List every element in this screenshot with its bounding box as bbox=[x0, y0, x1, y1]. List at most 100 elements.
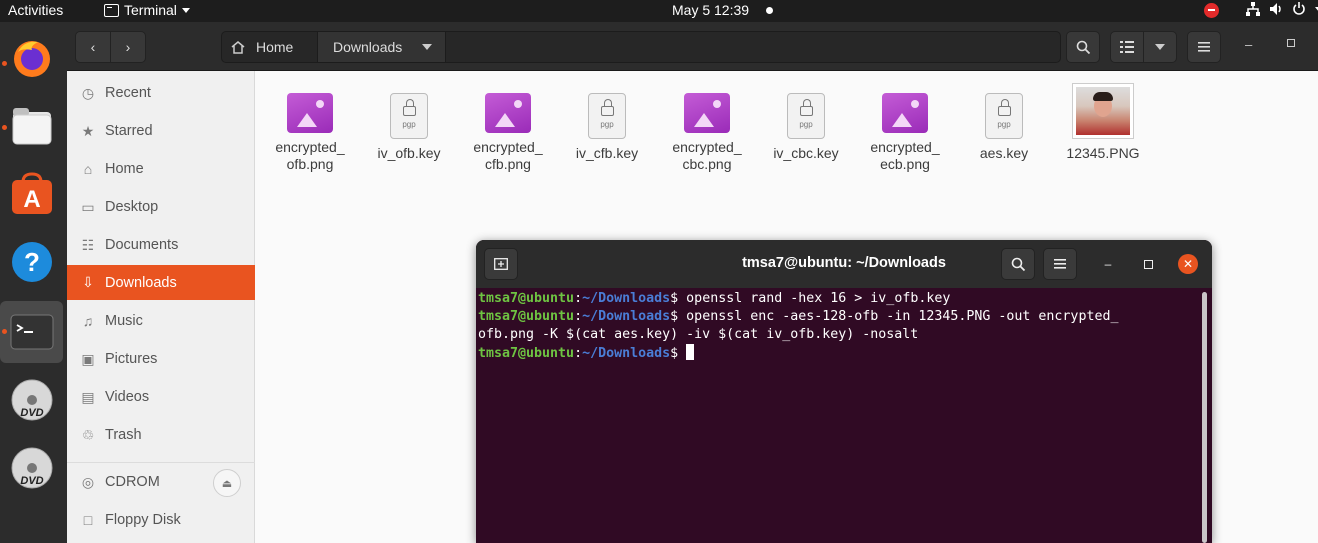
minimize-icon[interactable]: – bbox=[1245, 37, 1252, 52]
dock: A ? DVD DVD bbox=[0, 22, 67, 543]
terminal-icon[interactable] bbox=[8, 308, 56, 356]
file-name: cbc.png bbox=[682, 156, 732, 172]
sidebar-item-label: Music bbox=[105, 313, 143, 329]
path-bar: Home Downloads bbox=[221, 31, 1061, 63]
forward-button[interactable]: › bbox=[110, 31, 146, 63]
app-menu[interactable]: Terminal bbox=[104, 2, 190, 18]
files-icon[interactable] bbox=[8, 102, 56, 150]
key-file-icon: pgp bbox=[787, 93, 825, 139]
chevron-down-icon bbox=[1155, 44, 1165, 50]
sidebar-item-recent[interactable]: ◷ Recent bbox=[67, 76, 255, 110]
sidebar-item-home[interactable]: ⌂ Home bbox=[67, 152, 255, 186]
file-item[interactable]: encrypted_ cbc.png bbox=[657, 93, 757, 173]
terminal-line: ofb.png -K $(cat aes.key) -iv $(cat iv_o… bbox=[478, 327, 919, 342]
terminal-scrollbar[interactable] bbox=[1202, 292, 1207, 543]
file-item[interactable]: pgp iv_cbc.key bbox=[756, 93, 856, 162]
file-item[interactable]: encrypted_ cfb.png bbox=[458, 93, 558, 173]
file-name: 12345.PNG bbox=[1066, 145, 1140, 161]
software-icon[interactable]: A bbox=[8, 170, 56, 218]
close-button[interactable]: ✕ bbox=[1178, 254, 1198, 274]
prompt-sep: : bbox=[574, 309, 583, 324]
file-item[interactable]: 12345.PNG bbox=[1053, 83, 1153, 162]
sidebar-item-label: Recent bbox=[105, 85, 151, 101]
sidebar-item-music[interactable]: ♫ Music bbox=[67, 304, 255, 338]
terminal-window[interactable]: tmsa7@ubuntu: ~/Downloads – ✕ tmsa7@ubun… bbox=[476, 240, 1212, 543]
prompt-path: ~/Downloads bbox=[582, 346, 671, 361]
sidebar-item-cdrom[interactable]: ◎ CDROM ⏏ bbox=[67, 465, 255, 499]
sidebar-item-label: Desktop bbox=[105, 199, 159, 215]
sidebar-item-documents[interactable]: ☷ Documents bbox=[67, 228, 255, 262]
maximize-button[interactable] bbox=[1138, 254, 1158, 274]
prompt-dollar: $ bbox=[670, 346, 679, 361]
path-current-label: Downloads bbox=[333, 39, 403, 55]
disc-icon: ◎ bbox=[81, 473, 95, 490]
view-options-button[interactable] bbox=[1143, 31, 1177, 63]
terminal-search-button[interactable] bbox=[1001, 248, 1035, 280]
list-view-icon bbox=[1120, 41, 1134, 53]
file-name: iv_cfb.key bbox=[575, 145, 639, 161]
floppy-icon: □ bbox=[83, 512, 93, 528]
dvd-icon[interactable]: DVD bbox=[8, 376, 56, 424]
sidebar-item-floppy[interactable]: □ Floppy Disk bbox=[67, 503, 255, 537]
sidebar-item-desktop[interactable]: ▭ Desktop bbox=[67, 190, 255, 224]
pgp-badge: pgp bbox=[799, 120, 813, 129]
file-name: encrypted_ bbox=[275, 139, 345, 155]
prompt-sep: : bbox=[574, 346, 583, 361]
sidebar-item-trash[interactable]: ♲ Trash bbox=[67, 418, 255, 452]
file-name: aes.key bbox=[979, 145, 1029, 161]
hamburger-icon bbox=[1198, 42, 1210, 52]
svg-text:DVD: DVD bbox=[20, 475, 43, 487]
file-name: ecb.png bbox=[880, 156, 930, 172]
trash-icon: ♲ bbox=[81, 426, 95, 443]
image-file-icon bbox=[882, 93, 928, 133]
sidebar-item-downloads[interactable]: ⇩ Downloads bbox=[67, 265, 255, 300]
file-item[interactable]: pgp iv_ofb.key bbox=[359, 93, 459, 162]
file-item[interactable]: pgp iv_cfb.key bbox=[557, 93, 657, 162]
videos-icon: ▤ bbox=[81, 388, 95, 405]
dvd-icon[interactable]: DVD bbox=[8, 444, 56, 492]
image-file-icon bbox=[684, 93, 730, 133]
sidebar-item-label: Floppy Disk bbox=[105, 512, 181, 528]
search-button[interactable] bbox=[1066, 31, 1100, 63]
clock[interactable]: May 5 12:39 bbox=[672, 2, 749, 18]
menu-button[interactable] bbox=[1187, 31, 1221, 63]
path-home-button[interactable]: Home bbox=[222, 32, 318, 62]
chevron-left-icon: ‹ bbox=[90, 39, 96, 55]
svg-text:A: A bbox=[23, 186, 40, 213]
eject-button[interactable]: ⏏ bbox=[213, 469, 241, 497]
sidebar-item-pictures[interactable]: ▣ Pictures bbox=[67, 342, 255, 376]
file-item[interactable]: encrypted_ ecb.png bbox=[855, 93, 955, 173]
screen-record-icon[interactable] bbox=[1204, 3, 1219, 18]
sidebar-item-label: Documents bbox=[105, 237, 179, 253]
file-item[interactable]: pgp aes.key bbox=[954, 93, 1054, 162]
file-item[interactable]: encrypted_ ofb.png bbox=[260, 93, 360, 173]
chevron-right-icon: › bbox=[125, 39, 131, 55]
help-icon[interactable]: ? bbox=[8, 238, 56, 286]
terminal-menu-button[interactable] bbox=[1043, 248, 1077, 280]
terminal-output[interactable]: tmsa7@ubuntu:~/Downloads$ openssl rand -… bbox=[478, 290, 1198, 363]
key-file-icon: pgp bbox=[588, 93, 626, 139]
network-icon bbox=[1246, 2, 1260, 16]
sidebar-item-starred[interactable]: ★ Starred bbox=[67, 114, 255, 148]
dock-running-indicator bbox=[2, 329, 7, 334]
path-downloads-button[interactable]: Downloads bbox=[318, 32, 446, 62]
firefox-icon[interactable] bbox=[8, 34, 56, 82]
file-name: iv_ofb.key bbox=[377, 145, 441, 161]
minimize-button[interactable]: – bbox=[1098, 254, 1118, 274]
sidebar-item-label: Home bbox=[105, 161, 144, 177]
restore-icon[interactable] bbox=[1287, 39, 1295, 47]
chevron-down-icon bbox=[181, 7, 190, 13]
volume-icon bbox=[1269, 2, 1283, 16]
pictures-icon: ▣ bbox=[81, 350, 95, 367]
path-home-label: Home bbox=[256, 39, 294, 55]
sidebar-item-videos[interactable]: ▤ Videos bbox=[67, 380, 255, 414]
activities-button[interactable]: Activities bbox=[8, 2, 63, 18]
prompt-dollar: $ bbox=[670, 309, 679, 324]
dock-running-indicator bbox=[2, 61, 7, 66]
view-list-button[interactable] bbox=[1110, 31, 1144, 63]
chevron-down-icon bbox=[422, 44, 433, 50]
system-menu[interactable] bbox=[1246, 2, 1318, 16]
photo-thumbnail bbox=[1072, 83, 1134, 139]
prompt-path: ~/Downloads bbox=[582, 291, 671, 306]
back-button[interactable]: ‹ bbox=[75, 31, 111, 63]
